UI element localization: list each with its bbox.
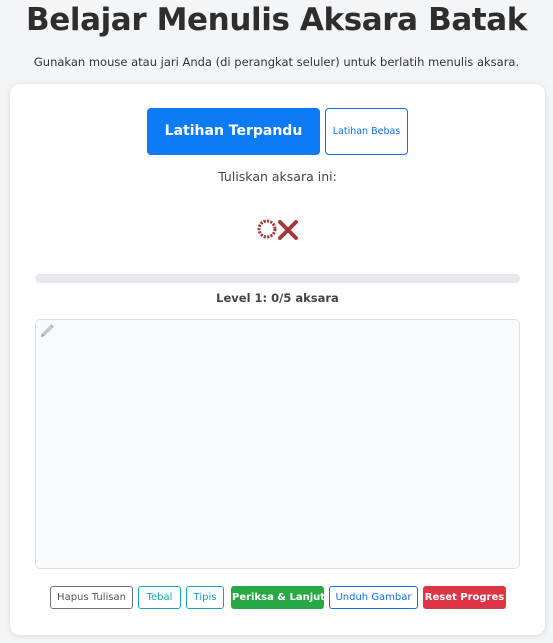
level-status: Level 1: 0/5 aksara	[216, 291, 339, 305]
practice-card: Latihan Terpandu Latihan Bebas Tuliskan …	[10, 84, 545, 635]
download-image-button[interactable]: Unduh Gambar	[329, 586, 418, 609]
clear-writing-button[interactable]: Hapus Tulisan	[50, 586, 133, 609]
page-subtitle: Gunakan mouse atau jari Anda (di perangk…	[33, 55, 520, 69]
level-progress-bar	[35, 274, 520, 283]
guided-practice-button[interactable]: Latihan Terpandu	[147, 108, 320, 155]
check-and-next-button[interactable]: Periksa & Lanjut	[231, 586, 325, 609]
page-title: Belajar Menulis Aksara Batak	[25, 2, 527, 38]
batak-script-character-icon	[257, 219, 298, 240]
thin-stroke-button[interactable]: Tipis	[186, 586, 224, 609]
drawing-canvas[interactable]	[35, 319, 520, 569]
free-practice-button[interactable]: Latihan Bebas	[325, 108, 408, 155]
thick-stroke-button[interactable]: Tebal	[138, 586, 181, 609]
pencil-icon	[41, 324, 54, 337]
writing-prompt: Tuliskan aksara ini:	[218, 169, 337, 184]
reset-progress-button[interactable]: Reset Progres	[423, 586, 506, 609]
